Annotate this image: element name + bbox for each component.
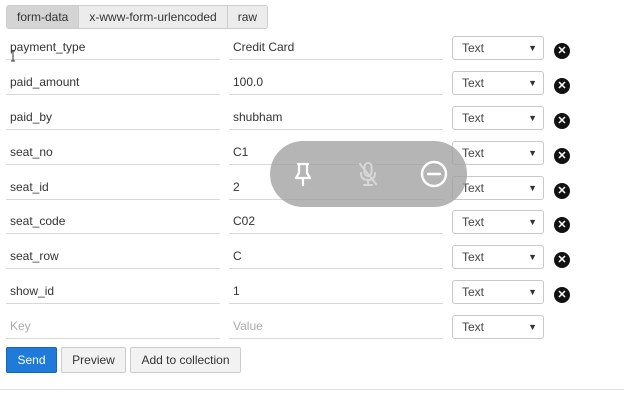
close-circle-icon[interactable]: ✕ bbox=[554, 252, 570, 268]
key-field[interactable]: paid_by bbox=[6, 104, 220, 130]
key-field[interactable]: seat_code bbox=[6, 208, 220, 234]
type-select[interactable]: Text ▼ bbox=[452, 106, 544, 130]
new-param-row: Key Value Text ▼ bbox=[0, 313, 624, 347]
send-button[interactable]: Send bbox=[6, 347, 57, 373]
new-value-field[interactable]: Value bbox=[229, 313, 443, 339]
text-cursor-icon bbox=[11, 50, 15, 62]
key-field[interactable]: paid_amount bbox=[6, 69, 220, 95]
chevron-down-icon: ▼ bbox=[528, 113, 537, 123]
mic-off-icon[interactable] bbox=[352, 158, 384, 190]
close-circle-icon[interactable]: ✕ bbox=[554, 43, 570, 59]
param-row: payment_type Credit Card Text ▼ ✕ bbox=[0, 34, 624, 68]
type-select-label: Text bbox=[462, 215, 485, 229]
value-field[interactable]: C02 bbox=[229, 208, 443, 234]
param-row: seat_row C Text ▼ ✕ bbox=[0, 243, 624, 277]
type-select[interactable]: Text ▼ bbox=[452, 245, 544, 269]
param-row: show_id 1 Text ▼ ✕ bbox=[0, 278, 624, 312]
key-field[interactable]: seat_no bbox=[6, 139, 220, 165]
value-field[interactable]: shubham bbox=[229, 104, 443, 130]
type-select-label: Text bbox=[462, 285, 485, 299]
value-field[interactable]: 100.0 bbox=[229, 69, 443, 95]
param-row: paid_amount 100.0 Text ▼ ✕ bbox=[0, 69, 624, 103]
chevron-down-icon: ▼ bbox=[528, 43, 537, 53]
new-type-select[interactable]: Text ▼ bbox=[452, 315, 544, 339]
close-circle-icon[interactable]: ✕ bbox=[554, 113, 570, 129]
value-field[interactable]: Credit Card bbox=[229, 34, 443, 60]
new-key-field[interactable]: Key bbox=[6, 313, 220, 339]
type-select-label: Text bbox=[462, 76, 485, 90]
type-select[interactable]: Text ▼ bbox=[452, 36, 544, 60]
chevron-down-icon: ▼ bbox=[528, 217, 537, 227]
minus-circle-icon[interactable] bbox=[418, 158, 450, 190]
key-field[interactable]: payment_type bbox=[6, 34, 220, 60]
type-select-label: Text bbox=[462, 320, 485, 334]
pin-icon[interactable] bbox=[287, 158, 319, 190]
preview-button[interactable]: Preview bbox=[61, 347, 126, 373]
tab-raw[interactable]: raw bbox=[227, 6, 268, 28]
chevron-down-icon: ▼ bbox=[528, 322, 537, 332]
chevron-down-icon: ▼ bbox=[528, 287, 537, 297]
type-select[interactable]: Text ▼ bbox=[452, 141, 544, 165]
type-select-label: Text bbox=[462, 111, 485, 125]
param-row: paid_by shubham Text ▼ ✕ bbox=[0, 104, 624, 138]
chevron-down-icon: ▼ bbox=[528, 78, 537, 88]
chevron-down-icon: ▼ bbox=[528, 252, 537, 262]
key-field[interactable]: show_id bbox=[6, 278, 220, 304]
type-select-label: Text bbox=[462, 250, 485, 264]
divider bbox=[0, 389, 624, 390]
close-circle-icon[interactable]: ✕ bbox=[554, 217, 570, 233]
tab-urlencoded[interactable]: x-www-form-urlencoded bbox=[79, 6, 228, 28]
add-to-collection-button[interactable]: Add to collection bbox=[130, 347, 241, 373]
type-select[interactable]: Text ▼ bbox=[452, 71, 544, 95]
value-field[interactable]: C bbox=[229, 243, 443, 269]
body-type-tabs: form-data x-www-form-urlencoded raw bbox=[6, 5, 269, 29]
close-circle-icon[interactable]: ✕ bbox=[554, 287, 570, 303]
value-field[interactable]: 1 bbox=[229, 278, 443, 304]
key-field[interactable]: seat_row bbox=[6, 243, 220, 269]
param-row: seat_code C02 Text ▼ ✕ bbox=[0, 208, 624, 242]
close-circle-icon[interactable]: ✕ bbox=[554, 183, 570, 199]
floating-media-toolbar bbox=[270, 141, 467, 207]
type-select[interactable]: Text ▼ bbox=[452, 280, 544, 304]
close-circle-icon[interactable]: ✕ bbox=[554, 78, 570, 94]
chevron-down-icon: ▼ bbox=[528, 148, 537, 158]
key-field[interactable]: seat_id bbox=[6, 174, 220, 200]
type-select-label: Text bbox=[462, 41, 485, 55]
type-select[interactable]: Text ▼ bbox=[452, 210, 544, 234]
type-select-label: Text bbox=[462, 146, 485, 160]
chevron-down-icon: ▼ bbox=[528, 183, 537, 193]
tab-form-data[interactable]: form-data bbox=[7, 6, 80, 28]
close-circle-icon[interactable]: ✕ bbox=[554, 148, 570, 164]
